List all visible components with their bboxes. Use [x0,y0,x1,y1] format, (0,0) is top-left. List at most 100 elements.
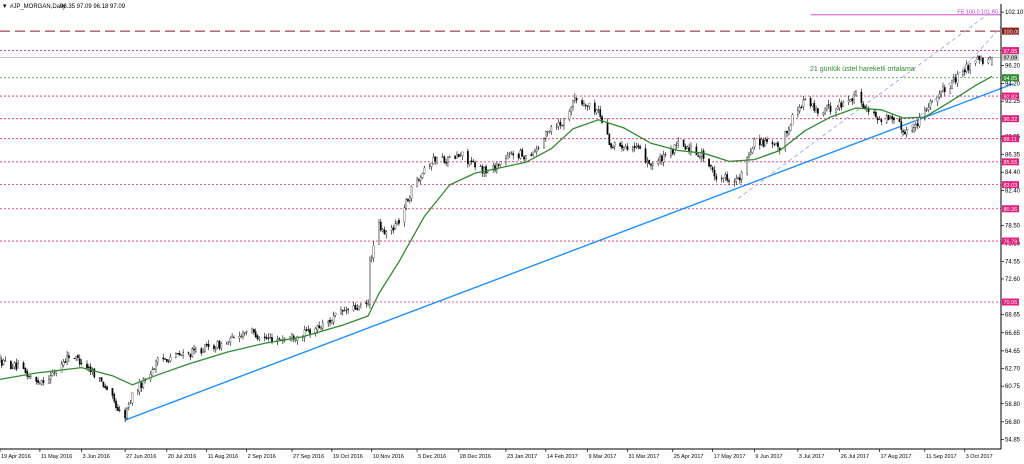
candle-body-200 [506,155,509,160]
candle-body-298 [753,139,756,148]
candle-body-325 [824,108,826,114]
candle-body-383 [969,63,972,71]
candle-body-74 [187,352,190,354]
candle-body-166 [419,176,422,181]
x-tick-label-11: 28 Dec 2016 [460,454,491,460]
candle-body-164 [416,178,418,187]
candle-body-177 [447,156,449,163]
candle-body-252 [637,145,640,148]
candle-body-375 [951,79,953,89]
candle-body-211 [534,150,536,152]
candle-body-231 [584,104,587,106]
candle-body-236 [597,109,600,111]
candle-body-100 [253,328,255,333]
candle-body-154 [390,227,393,231]
candle-body-0 [0,358,1,363]
candle-body-304 [771,142,774,144]
candle-body-67 [167,360,170,362]
candle-body-147 [370,257,373,260]
candle-body-237 [599,109,602,117]
candle-body-89 [225,343,228,345]
candle-body-319 [809,97,812,107]
candle-body-328 [829,105,832,112]
candle-body-158 [398,220,400,224]
candle-body-275 [697,155,700,157]
candle-body-98 [245,331,248,333]
candle-body-40 [100,377,103,382]
level-label-5: 90.32 [1004,117,1018,123]
candle-body-302 [764,140,767,147]
candle-body-262 [662,154,665,163]
candle-body-153 [385,231,388,235]
candle-body-240 [608,134,611,145]
candle-body-6 [13,362,16,368]
x-tick-label-8: 19 Oct 2016 [333,454,363,460]
y-tick-label-0: 102.10 [1005,10,1024,16]
x-tick-label-9: 10 Nov 2016 [373,454,404,460]
candle-body-377 [954,77,957,83]
candle-body-70 [176,353,179,355]
x-tick-label-21: 17 Aug 2017 [881,454,912,460]
candle-body-180 [456,154,458,159]
candle-body-352 [891,116,894,120]
candle-body-234 [593,102,596,113]
candle-body-79 [200,348,203,354]
candle-body-356 [902,130,904,133]
candle-body-32 [78,358,81,365]
candle-body-257 [650,163,652,166]
candle-body-378 [956,74,959,84]
candle-body-88 [220,343,223,349]
candle-body-20 [49,375,52,380]
candle-body-311 [787,129,790,134]
candle-body-239 [606,122,609,135]
candle-body-215 [544,131,547,139]
candle-body-248 [626,146,629,150]
candle-body-312 [789,124,792,131]
x-tick-label-12: 23 Jan 2017 [507,454,537,460]
candle-body-77 [193,348,195,351]
candle-body-316 [800,106,803,109]
level-label-7: 85.55 [1004,160,1018,166]
candle-body-266 [673,144,676,153]
candle-body-284 [720,178,723,180]
candle-body-244 [619,142,622,147]
y-tick-label-6: 84.40 [1005,170,1021,176]
candle-body-305 [773,144,776,146]
candle-body-331 [838,101,841,108]
level-label-2: 97.09 [1004,56,1018,62]
candle-body-49 [124,409,126,419]
candle-body-255 [646,161,649,163]
candle-body-47 [117,406,119,411]
y-tick-label-10: 74.55 [1005,259,1021,265]
candle-body-258 [651,163,654,167]
level-label-3: 94.85 [1004,76,1018,82]
candle-body-123 [309,329,311,334]
candle-body-348 [880,119,883,122]
candle-body-259 [657,160,660,164]
candle-body-389 [987,58,990,64]
candle-body-130 [329,319,331,323]
x-tick-label-16: 25 Apr 2017 [674,454,704,460]
candle-body-223 [563,118,565,126]
candle-body-90 [227,341,230,343]
candle-body-121 [305,329,308,331]
candle-body-86 [216,341,219,348]
candle-body-176 [445,161,447,164]
candle-body-192 [485,166,487,174]
candle-body-288 [728,180,730,182]
candle-body-92 [231,336,233,338]
candle-body-346 [876,117,879,121]
candle-body-122 [307,329,310,331]
ema-label: 21 günlük üstel hareketli ortalama [810,66,915,73]
candle-body-280 [710,164,712,167]
candle-body-33 [80,363,83,364]
candle-body-249 [632,147,634,150]
candle-body-22 [53,372,56,374]
x-tick-label-15: 31 Mar 2017 [628,454,659,460]
candle-body-87 [218,340,221,349]
x-tick-label-23: 3 Oct 2017 [966,454,993,460]
candle-body-55 [138,381,141,393]
candle-body-144 [365,302,368,305]
candle-body-46 [115,400,117,409]
candle-body-81 [204,344,206,352]
